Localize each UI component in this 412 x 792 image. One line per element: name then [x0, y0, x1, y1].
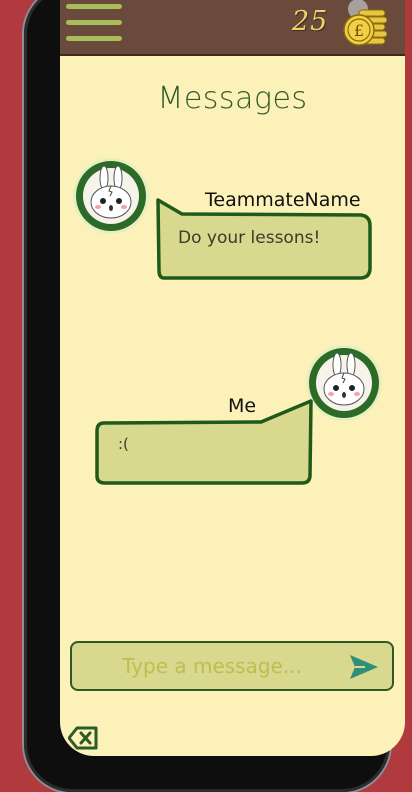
coin-count: 25 [292, 6, 329, 37]
pound-coins-icon: £ [343, 0, 387, 46]
message-text: :( [118, 435, 129, 453]
message-text: Do your lessons! [178, 228, 321, 248]
bunny-avatar-icon[interactable] [304, 343, 384, 423]
hamburger-menu-icon[interactable] [66, 4, 124, 42]
page-title: Messages [157, 81, 308, 116]
top-bar: 25 £ [60, 0, 405, 56]
backspace-icon[interactable] [68, 726, 98, 750]
app-screen: 25 £ Messages TeammateName Do your lesso… [60, 0, 405, 756]
bunny-avatar-icon[interactable] [71, 156, 151, 236]
phone-frame: 25 £ Messages TeammateName Do your lesso… [24, 0, 405, 792]
message-composer[interactable] [70, 641, 394, 691]
send-icon[interactable] [349, 654, 379, 680]
message-input[interactable] [72, 643, 342, 689]
svg-text:£: £ [354, 21, 364, 40]
